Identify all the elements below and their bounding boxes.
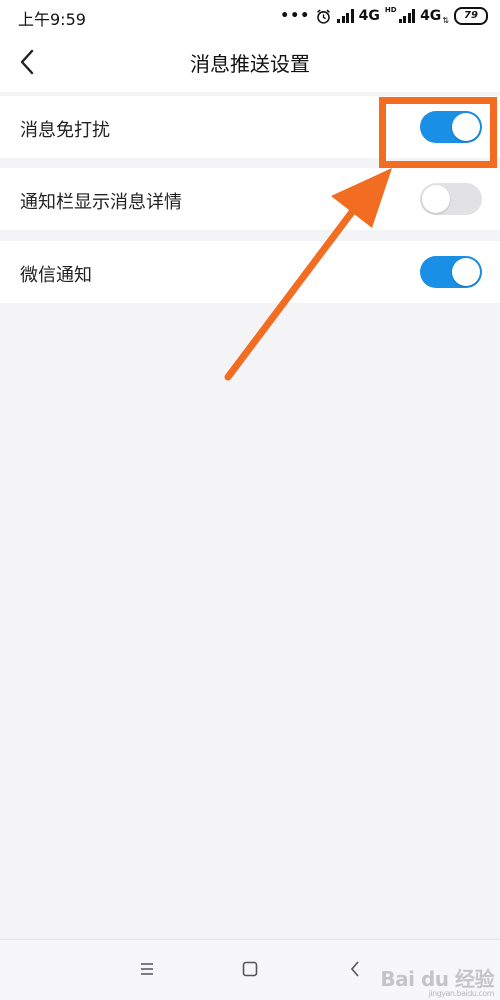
home-icon[interactable] xyxy=(239,958,261,980)
status-icons: ••• 4G HD 4G ⇅ 79 xyxy=(280,5,488,27)
wechat-notification-toggle[interactable] xyxy=(420,256,482,288)
setting-label: 通知栏显示消息详情 xyxy=(20,192,182,213)
watermark-text: Bai du 经验 xyxy=(380,967,494,991)
data-arrows-icon: ⇅ xyxy=(442,15,449,25)
navigation-bar: 消息推送设置 xyxy=(0,32,500,92)
system-navigation-bar: Bai du 经验 jingyan.baidu.com xyxy=(0,939,500,1000)
network-type-1: 4G xyxy=(358,8,380,24)
hd-label: HD xyxy=(384,6,397,14)
setting-row-show-message-details: 通知栏显示消息详情 xyxy=(0,168,500,230)
setting-row-wechat-notifications: 微信通知 xyxy=(0,241,500,303)
status-bar: 上午9:59 ••• 4G HD 4G ⇅ 79 xyxy=(0,0,500,32)
baidu-jingyan-watermark: Bai du 经验 jingyan.baidu.com xyxy=(380,963,494,998)
page-title: 消息推送设置 xyxy=(190,52,310,76)
toggle-knob xyxy=(452,258,480,286)
menu-icon[interactable] xyxy=(136,958,158,980)
network-type-2: 4G xyxy=(420,8,442,24)
toggle-knob xyxy=(452,113,480,141)
watermark-url: jingyan.baidu.com xyxy=(428,989,495,998)
signal-icon-2 xyxy=(398,9,416,23)
back-icon[interactable] xyxy=(344,958,366,980)
do-not-disturb-toggle[interactable] xyxy=(420,111,482,143)
signal-icon-1 xyxy=(337,9,354,23)
setting-label: 消息免打扰 xyxy=(20,120,110,141)
setting-label: 微信通知 xyxy=(20,265,92,286)
battery-icon: 79 xyxy=(454,7,488,25)
show-details-toggle[interactable] xyxy=(420,183,482,215)
alarm-icon xyxy=(317,9,331,24)
setting-row-do-not-disturb: 消息免打扰 xyxy=(0,96,500,158)
status-time: 上午9:59 xyxy=(18,10,86,29)
toggle-knob xyxy=(422,185,450,213)
more-notifications-icon: ••• xyxy=(280,8,311,24)
